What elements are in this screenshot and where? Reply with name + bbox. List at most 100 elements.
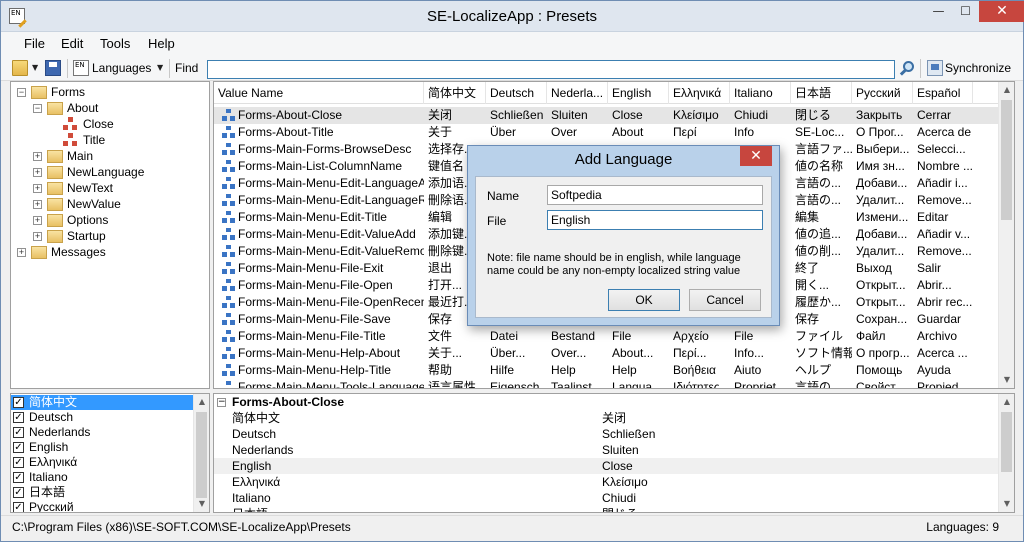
maximize-button[interactable]: ☐ <box>952 1 979 22</box>
table-cell[interactable]: Forms-About-Close <box>234 107 424 124</box>
menu-file[interactable]: File <box>24 36 45 51</box>
details-row[interactable]: Nederlands Sluiten <box>214 442 1000 458</box>
synchronize-button[interactable]: Synchronize <box>945 61 1011 75</box>
table-cell[interactable]: Propriet... <box>730 379 791 388</box>
table-cell[interactable]: Βοήθεια <box>669 362 730 379</box>
scroll-up-icon[interactable]: ▲ <box>194 394 209 410</box>
find-input[interactable] <box>207 60 895 79</box>
table-cell[interactable]: Αρχείο <box>669 328 730 345</box>
column-header[interactable]: Nederla... <box>547 82 608 104</box>
column-header[interactable]: English <box>608 82 669 104</box>
table-cell[interactable]: Файл <box>852 328 913 345</box>
column-header[interactable]: 日本語 <box>791 82 852 104</box>
search-icon[interactable] <box>899 60 917 78</box>
table-cell[interactable]: About <box>608 124 669 141</box>
table-cell[interactable]: Eigensch... <box>486 379 547 388</box>
expand-icon[interactable]: + <box>33 168 42 177</box>
table-cell[interactable]: Κλείσιμο <box>669 107 730 124</box>
table-cell[interactable]: 編集 <box>791 209 852 226</box>
table-cell[interactable]: Over... <box>547 345 608 362</box>
table-cell[interactable]: Forms-Main-Menu-Help-Title <box>234 362 424 379</box>
expand-icon[interactable]: + <box>33 200 42 209</box>
cancel-button[interactable]: Cancel <box>689 289 761 311</box>
expand-icon[interactable]: + <box>33 184 42 193</box>
table-cell[interactable]: Измени... <box>852 209 913 226</box>
scroll-down-icon[interactable]: ▼ <box>194 496 209 512</box>
table-cell[interactable]: File <box>608 328 669 345</box>
table-cell[interactable]: Добави... <box>852 226 913 243</box>
language-checkbox[interactable]: ✓ <box>13 502 24 512</box>
table-cell[interactable]: 言語の... <box>791 192 852 209</box>
table-cell[interactable]: Añadir i... <box>913 175 973 192</box>
table-cell[interactable]: Forms-Main-Menu-Edit-ValueAdd <box>234 226 424 243</box>
scroll-up-icon[interactable]: ▲ <box>999 82 1014 98</box>
table-cell[interactable]: Добави... <box>852 175 913 192</box>
language-checkbox[interactable]: ✓ <box>13 442 24 453</box>
table-row[interactable]: Forms-About-Title 关于 Über Over About Περί Info… <box>214 124 1000 141</box>
details-value[interactable]: Κλείσιμο <box>602 474 648 490</box>
table-cell[interactable]: Propied... <box>913 379 973 388</box>
grid-vertical-scrollbar[interactable]: ▲ ▼ <box>998 82 1014 388</box>
expand-icon[interactable]: + <box>33 232 42 241</box>
open-dropdown-arrow-icon[interactable]: ▼ <box>32 63 38 72</box>
table-cell[interactable]: Открыт... <box>852 294 913 311</box>
table-cell[interactable]: Forms-Main-Menu-Help-About <box>234 345 424 362</box>
table-cell[interactable]: Forms-Main-Menu-File-Exit <box>234 260 424 277</box>
table-cell[interactable]: Sluiten <box>547 107 608 124</box>
details-value[interactable]: Schließen <box>602 426 655 442</box>
table-cell[interactable]: ヘルプ <box>791 362 852 379</box>
table-cell[interactable]: Guardar <box>913 311 973 328</box>
table-cell[interactable]: Acerca de <box>913 124 973 141</box>
table-cell[interactable]: Acerca ... <box>913 345 973 362</box>
language-list-item[interactable]: ✓ Nederlands <box>11 425 193 440</box>
language-checkbox[interactable]: ✓ <box>13 397 24 408</box>
details-row[interactable]: Ελληνικά Κλείσιμο <box>214 474 1000 490</box>
save-icon[interactable] <box>45 60 61 76</box>
table-cell[interactable]: Περί... <box>669 345 730 362</box>
details-scrollbar[interactable]: ▲ ▼ <box>998 394 1014 512</box>
collapse-icon[interactable]: − <box>217 398 226 407</box>
table-cell[interactable]: Закрыть <box>852 107 913 124</box>
table-cell[interactable]: Taalinst... <box>547 379 608 388</box>
table-cell[interactable]: Hilfe <box>486 362 547 379</box>
table-cell[interactable]: Сохран... <box>852 311 913 328</box>
table-cell[interactable]: О прогр... <box>852 345 913 362</box>
collapse-icon[interactable]: − <box>17 88 26 97</box>
details-value[interactable]: 閉じる <box>602 506 638 512</box>
table-cell[interactable]: Forms-Main-Menu-File-Open <box>234 277 424 294</box>
table-cell[interactable]: 关闭 <box>424 107 486 124</box>
language-checkbox[interactable]: ✓ <box>13 487 24 498</box>
table-cell[interactable]: Remove... <box>913 192 973 209</box>
language-list-item[interactable]: ✓ Italiano <box>11 470 193 485</box>
table-cell[interactable]: Selecci... <box>913 141 973 158</box>
table-cell[interactable]: Abrir... <box>913 277 973 294</box>
column-header[interactable]: Ελληνικά <box>669 82 730 104</box>
table-cell[interactable]: 終了 <box>791 260 852 277</box>
table-cell[interactable]: 关于 <box>424 124 486 141</box>
column-header[interactable]: Deutsch <box>486 82 547 104</box>
table-row[interactable]: Forms-About-Close 关闭 Schließen Sluiten Close… <box>214 107 1000 124</box>
table-cell[interactable]: Открыт... <box>852 277 913 294</box>
table-cell[interactable]: Ιδιότητες... <box>669 379 730 388</box>
table-cell[interactable]: 値の追... <box>791 226 852 243</box>
table-cell[interactable]: Forms-About-Title <box>234 124 424 141</box>
table-cell[interactable]: 关于... <box>424 345 486 362</box>
table-cell[interactable]: Forms-Main-List-ColumnName <box>234 158 424 175</box>
details-value[interactable]: Chiudi <box>602 490 636 506</box>
collapse-icon[interactable]: − <box>33 104 42 113</box>
details-panel[interactable]: − Forms-About-Close 简体中文 关闭 Deutsch Schließ… <box>213 393 1015 513</box>
language-list-item[interactable]: ✓ 日本語 <box>11 485 193 500</box>
language-checkbox[interactable]: ✓ <box>13 457 24 468</box>
language-list[interactable]: ✓ 简体中文 ✓ Deutsch ✓ Nederlands ✓ English ✓ Ελληνικ… <box>10 393 210 513</box>
table-cell[interactable]: Выбери... <box>852 141 913 158</box>
column-header[interactable]: Español <box>913 82 973 104</box>
language-list-scrollbar[interactable]: ▲ ▼ <box>193 394 209 512</box>
column-header[interactable]: Italiano <box>730 82 791 104</box>
ok-button[interactable]: OK <box>608 289 680 311</box>
table-row[interactable]: Forms-Main-Menu-File-Title 文件 Datei Bestand… <box>214 328 1000 345</box>
menu-tools[interactable]: Tools <box>100 36 130 51</box>
tree-view[interactable]: − Forms − About Close Title + Main + NewLanguage +… <box>10 81 210 389</box>
languages-button[interactable]: Languages <box>92 61 151 75</box>
scroll-down-icon[interactable]: ▼ <box>999 372 1014 388</box>
table-cell[interactable]: Aiuto <box>730 362 791 379</box>
